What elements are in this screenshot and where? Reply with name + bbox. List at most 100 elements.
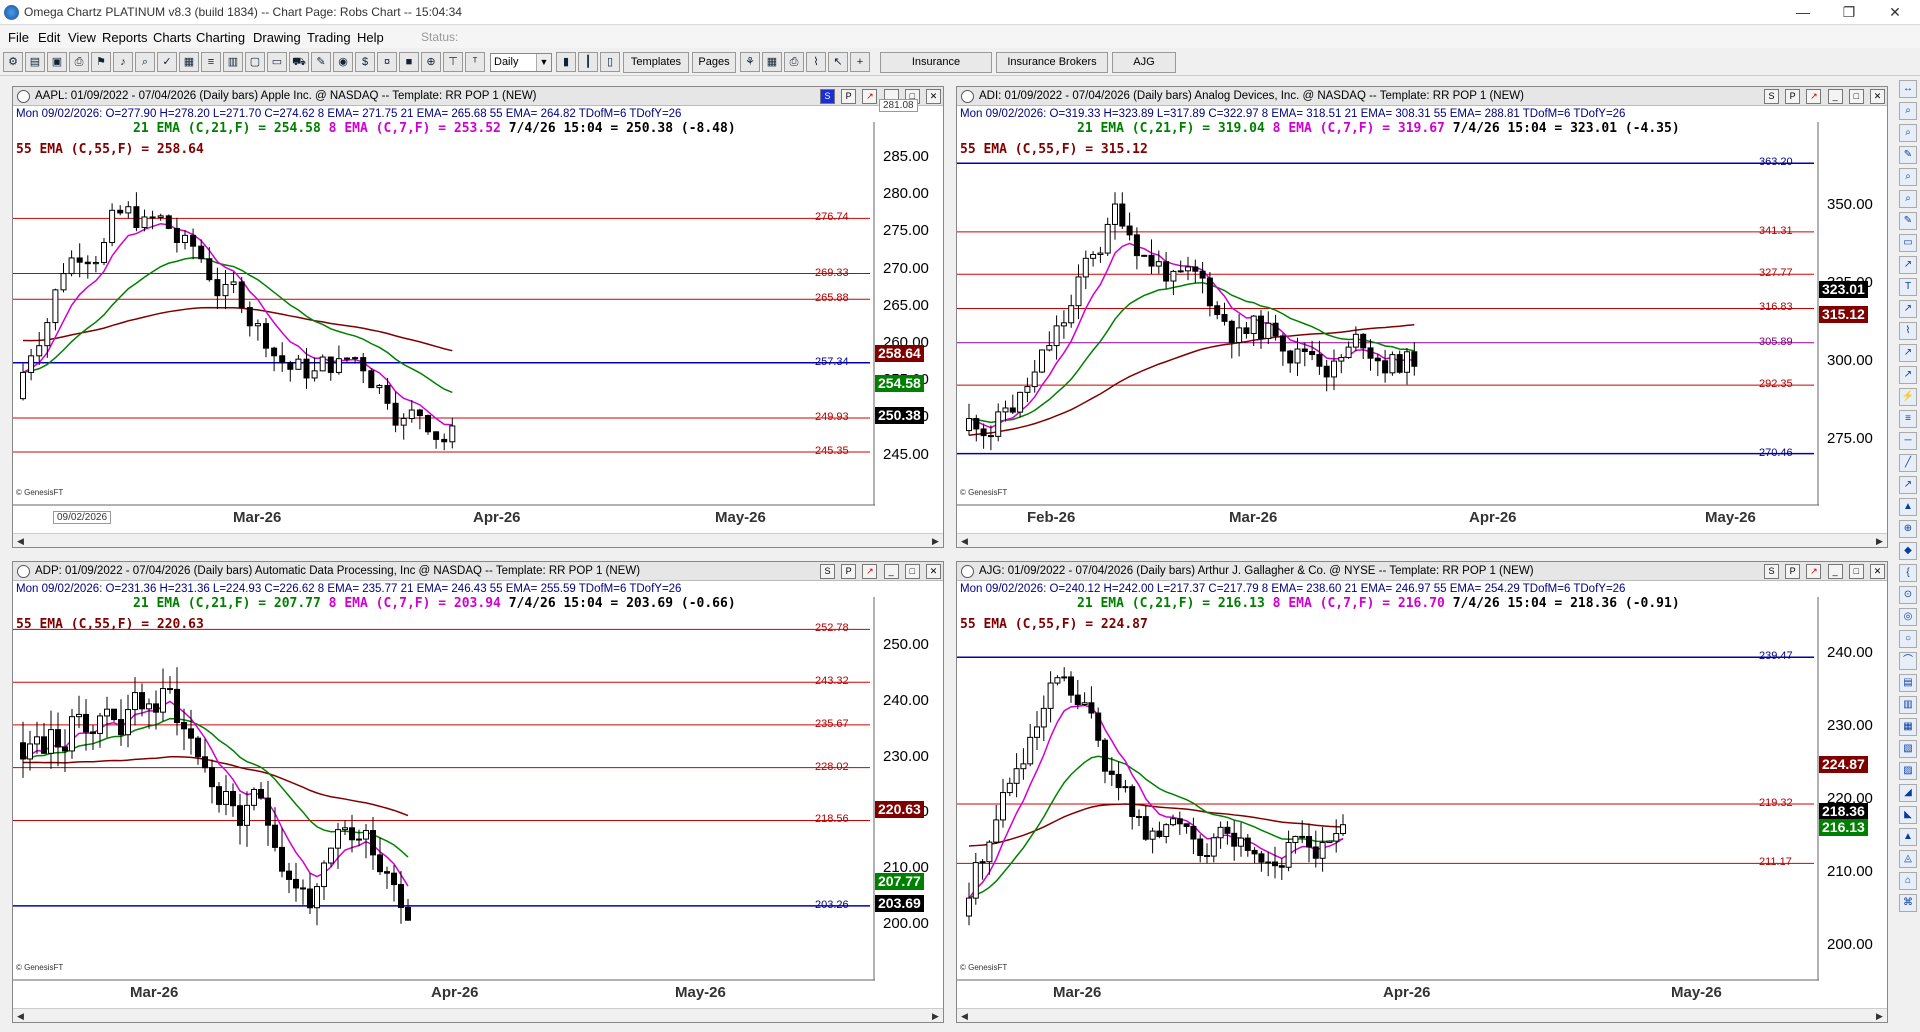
chart-panel[interactable]: ADP: 01/09/2022 - 07/04/2026 (Daily bars… (12, 561, 944, 1023)
text-tool-icon[interactable]: ᵀ (465, 52, 485, 72)
drawing-tool-icon[interactable]: ◬ (1899, 850, 1917, 868)
chart-panel[interactable]: AJG: 01/09/2022 - 07/04/2026 (Daily bars… (956, 561, 1888, 1023)
restore-button[interactable]: ❐ (1826, 0, 1872, 25)
s-button[interactable]: S (1763, 564, 1779, 579)
maximize-icon[interactable]: □ (1848, 564, 1864, 579)
scroll-left-icon[interactable]: ◀ (14, 535, 27, 547)
link-button[interactable]: ↗ (1806, 89, 1822, 104)
drawing-tool-icon[interactable]: ⚡ (1899, 388, 1917, 406)
settings-icon[interactable]: ⚙ (3, 52, 23, 72)
cursor-icon[interactable]: ↖ (828, 52, 848, 72)
scroll-left-icon[interactable]: ◀ (958, 535, 971, 547)
pencil-icon[interactable]: ✎ (311, 52, 331, 72)
horizontal-scrollbar[interactable]: ◀ ▶ (13, 533, 943, 547)
minimize-icon[interactable]: _ (1827, 89, 1843, 104)
drawing-tool-icon[interactable]: ▥ (1899, 696, 1917, 714)
check-icon[interactable]: ✓ (157, 52, 177, 72)
drawing-tool-icon[interactable]: ⌕ (1899, 124, 1917, 142)
close-button[interactable]: ✕ (1872, 0, 1918, 25)
menu-reports[interactable]: Reports (102, 30, 148, 45)
drawing-tool-icon[interactable]: ▨ (1899, 762, 1917, 780)
p-button[interactable]: P (1785, 564, 1801, 579)
p-button[interactable]: P (841, 89, 857, 104)
horizontal-scrollbar[interactable]: ◀ ▶ (13, 1008, 943, 1022)
search-icon[interactable]: ⌕ (135, 52, 155, 72)
drawing-tool-icon[interactable]: ╱ (1899, 454, 1917, 472)
s-button[interactable]: S (819, 564, 835, 579)
chart-panel[interactable]: ADI: 01/09/2022 - 07/04/2026 (Daily bars… (956, 86, 1888, 548)
draw-t-icon[interactable]: ⊤ (443, 52, 463, 72)
drawing-tool-icon[interactable]: ▲ (1899, 828, 1917, 846)
layout-icon[interactable]: ▦ (762, 52, 782, 72)
menu-charting[interactable]: Charting (196, 30, 245, 45)
p-button[interactable]: P (1785, 89, 1801, 104)
drawing-tool-icon[interactable]: ⌂ (1899, 872, 1917, 890)
s-button[interactable]: S (1763, 89, 1779, 104)
scroll-right-icon[interactable]: ▶ (1873, 535, 1886, 547)
page-icon[interactable]: ▢ (245, 52, 265, 72)
drawing-tool-icon[interactable]: ○ (1899, 630, 1917, 648)
drawing-tool-icon[interactable]: ▲ (1899, 498, 1917, 516)
dollar-icon[interactable]: $ (355, 52, 375, 72)
drawing-tool-icon[interactable]: ⌘ (1899, 894, 1917, 912)
drawing-tool-icon[interactable]: ▧ (1899, 740, 1917, 758)
close-icon[interactable]: ✕ (1870, 89, 1885, 104)
scroll-left-icon[interactable]: ◀ (958, 1010, 971, 1022)
scroll-right-icon[interactable]: ▶ (929, 1010, 942, 1022)
tab-insurance[interactable]: Insurance (880, 52, 992, 73)
drawing-tool-icon[interactable]: ↔ (1899, 80, 1917, 98)
drawing-tool-icon[interactable]: { (1899, 564, 1917, 582)
stop-icon[interactable]: ■ (399, 52, 419, 72)
horizontal-scrollbar[interactable]: ◀ ▶ (957, 1008, 1887, 1022)
scroll-right-icon[interactable]: ▶ (1873, 1010, 1886, 1022)
flag-icon[interactable]: ⚑ (91, 52, 111, 72)
drawing-tool-icon[interactable]: ↗ (1899, 476, 1917, 494)
drawing-tool-icon[interactable]: ↗ (1899, 344, 1917, 362)
scroll-left-icon[interactable]: ◀ (14, 1010, 27, 1022)
menu-view[interactable]: View (68, 30, 96, 45)
drawing-tool-icon[interactable]: ⌒ (1899, 652, 1917, 670)
menu-file[interactable]: File (8, 30, 29, 45)
close-icon[interactable]: ✕ (926, 89, 941, 104)
drawing-tool-icon[interactable]: ◆ (1899, 542, 1917, 560)
drawing-tool-icon[interactable]: ▦ (1899, 718, 1917, 736)
drawing-tool-icon[interactable]: ⌕ (1899, 168, 1917, 186)
window-icon[interactable]: ▭ (267, 52, 287, 72)
grid-icon[interactable]: ▦ (179, 52, 199, 72)
menu-charts[interactable]: Charts (153, 30, 191, 45)
minimize-button[interactable]: — (1780, 0, 1826, 25)
car-icon[interactable]: ⛟ (289, 52, 309, 72)
drawing-tool-icon[interactable]: ↗ (1899, 256, 1917, 274)
drawing-tool-icon[interactable]: ⌇ (1899, 322, 1917, 340)
pages-button[interactable]: Pages (692, 52, 736, 73)
scroll-right-icon[interactable]: ▶ (929, 535, 942, 547)
print-icon[interactable]: ⎙ (69, 52, 89, 72)
chart-panel[interactable]: AAPL: 01/09/2022 - 07/04/2026 (Daily bar… (12, 86, 944, 548)
drawing-tool-icon[interactable]: T (1899, 278, 1917, 296)
crosshair-icon[interactable]: + (850, 52, 870, 72)
interval-select[interactable]: Daily ▼ (490, 53, 552, 72)
s-button[interactable]: S (819, 89, 835, 104)
drawing-tool-icon[interactable]: ✎ (1899, 146, 1917, 164)
link-button[interactable]: ↗ (862, 564, 878, 579)
drawing-tool-icon[interactable]: ✎ (1899, 212, 1917, 230)
bars-icon[interactable]: ┃ (578, 52, 598, 72)
link-button[interactable]: ↗ (862, 89, 878, 104)
chart-type-icon[interactable]: ⚘ (740, 52, 760, 72)
drawing-tool-icon[interactable]: ↗ (1899, 300, 1917, 318)
drawing-tool-icon[interactable]: ⌕ (1899, 102, 1917, 120)
menu-edit[interactable]: Edit (38, 30, 60, 45)
menu-trading[interactable]: Trading (307, 30, 351, 45)
indicator-icon[interactable]: ⌇ (806, 52, 826, 72)
candles-icon[interactable]: ▯ (600, 52, 620, 72)
drawing-tool-icon[interactable]: ⊙ (1899, 586, 1917, 604)
drawing-tool-icon[interactable]: ─ (1899, 432, 1917, 450)
zoom-icon[interactable]: ⊕ (421, 52, 441, 72)
drawing-tool-icon[interactable]: ⊕ (1899, 520, 1917, 538)
link-button[interactable]: ↗ (1806, 564, 1822, 579)
drawing-tool-icon[interactable]: ◣ (1899, 806, 1917, 824)
table-icon[interactable]: ▥ (223, 52, 243, 72)
drawing-tool-icon[interactable]: ↗ (1899, 366, 1917, 384)
close-icon[interactable]: ✕ (926, 564, 941, 579)
minimize-icon[interactable]: _ (883, 564, 899, 579)
